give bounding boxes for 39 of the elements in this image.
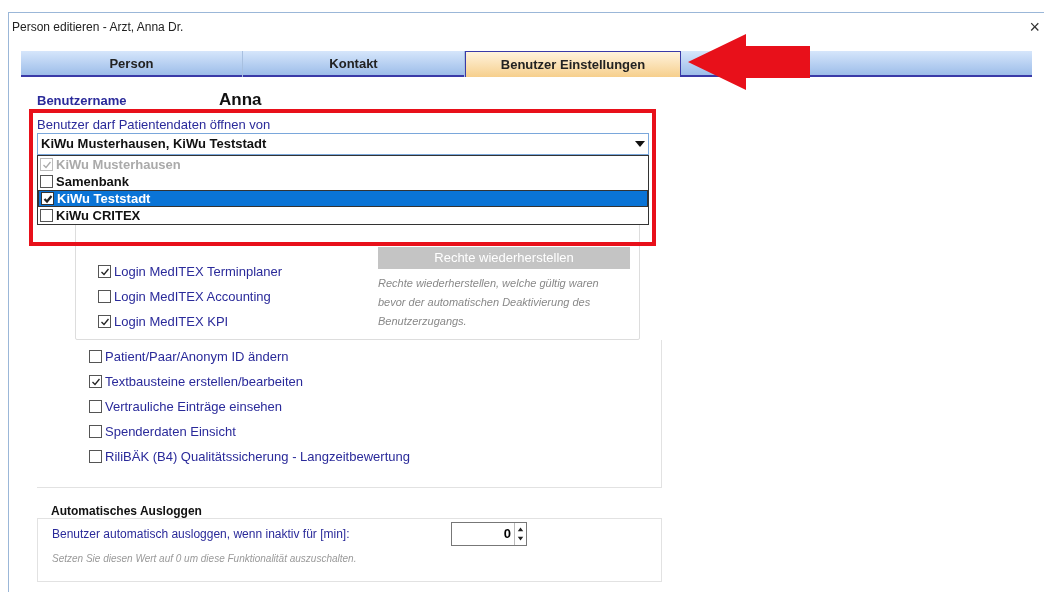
hint-text: Setzen Sie diesen Wert auf 0 um diese Funktionalität auszuschalten. [52,552,358,566]
dropdown-option[interactable]: Samenbank [38,173,648,190]
checkbox[interactable] [40,175,53,188]
spinner-value: 0 [503,525,512,544]
checkbox-label: Patient/Paar/Anonym ID ändern [105,347,289,366]
checkbox[interactable] [98,265,111,278]
field-label: Benutzername [37,92,128,110]
checkbox[interactable] [98,315,111,328]
checkbox-label: Textbausteine erstellen/bearbeiten [105,372,304,391]
spinner-arrows-icon [514,523,526,545]
checkbox-label: Vertrauliche Einträge einsehen [105,397,283,416]
checkbox[interactable] [41,192,54,205]
checkbox[interactable] [89,450,102,463]
field-label: Benutzer automatisch ausloggen, wenn inaktiv für [min]: [52,526,351,543]
field-label: Benutzer darf Patientendaten öffnen von [37,116,272,133]
checkbox-label: Spenderdaten Einsicht [105,422,236,441]
checkbox[interactable] [89,425,102,438]
close-button[interactable]: × [1029,18,1040,36]
checkbox[interactable] [40,209,53,222]
group-title: Automatisches Ausloggen [50,503,203,518]
checkbox[interactable] [89,350,102,363]
checkbox-label: Login MedITEX KPI [114,312,229,331]
checkbox-label: Login MedITEX Accounting [114,287,271,306]
checkbox-label: Login MedITEX Terminplaner [114,262,283,281]
window-title: Person editieren - Arzt, Anna Dr. [12,19,184,36]
tab[interactable]: Person [21,51,243,77]
caret-icon [635,141,645,147]
tab[interactable]: Benutzer Einstellungen [465,51,681,77]
checkbox[interactable] [98,290,111,303]
checkbox[interactable] [89,400,102,413]
dropdown-option[interactable]: KiWu Teststadt [38,190,648,207]
checkbox[interactable] [89,375,102,388]
restore-note: Rechte wiederherstellen, welche gültig waren bevor der automatischen Deaktivierung des Benutzerzugangs. [378,276,600,329]
username-value: Anna [219,89,262,111]
dropdown-option[interactable]: KiWu CRITEX [38,207,648,224]
number-spinner[interactable]: 0 [451,522,527,546]
dropdown[interactable]: KiWu Musterhausen, KiWu Teststadt [37,133,649,155]
dropdown-value: KiWu Musterhausen, KiWu Teststadt [41,135,267,154]
checkbox-label: RiliBÄK (B4) Qualitätssicherung - Langzeitbewertung [105,447,410,466]
